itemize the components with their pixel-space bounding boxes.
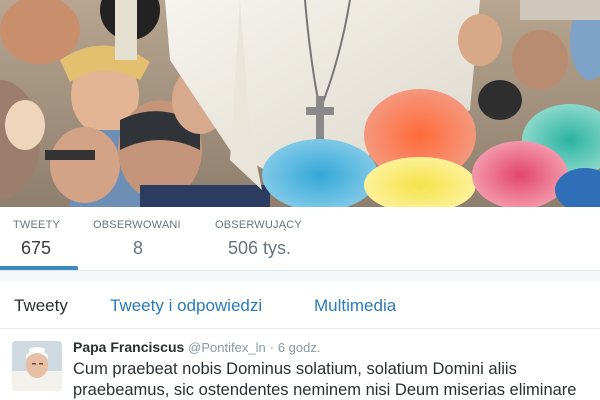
- stat-followers[interactable]: OBSERWUJĄCY 506 tys.: [215, 219, 302, 259]
- tweet-separator: ·: [269, 340, 274, 355]
- tweet-author-name[interactable]: Papa Franciscus: [73, 339, 184, 355]
- profile-header-photo: [0, 0, 600, 207]
- tab-tweets-and-replies[interactable]: Tweety i odpowiedzi: [110, 296, 262, 316]
- stat-following[interactable]: OBSERWOWANI 8: [93, 219, 181, 259]
- stat-tweets-value: 675: [21, 238, 52, 258]
- profile-stats-nav: TWEETY 675 OBSERWOWANI 8 OBSERWUJĄCY 506…: [0, 207, 600, 271]
- tweet-header: Papa Franciscus @Pontifex_ln · 6 godz.: [73, 339, 320, 355]
- active-stat-underline: [0, 266, 78, 270]
- avatar-portrait-icon: [12, 341, 62, 391]
- section-divider: [0, 271, 600, 281]
- stat-following-value: 8: [133, 238, 144, 258]
- header-photo-illustration: [0, 0, 600, 207]
- stat-followers-label: OBSERWUJĄCY: [215, 219, 302, 231]
- stat-tweets[interactable]: TWEETY 675: [13, 219, 60, 259]
- stat-following-label: OBSERWOWANI: [93, 219, 181, 231]
- tweet-text: Cum praebeat nobis Dominus solatium, sol…: [73, 360, 577, 399]
- timeline-tabs: Tweety Tweety i odpowiedzi Multimedia: [0, 281, 600, 329]
- tab-tweets[interactable]: Tweety: [14, 296, 68, 316]
- tweet-timestamp[interactable]: 6 godz.: [278, 340, 321, 355]
- tab-media[interactable]: Multimedia: [314, 296, 396, 316]
- avatar[interactable]: [12, 341, 62, 391]
- stat-followers-value: 506 tys.: [228, 238, 292, 258]
- tweet-item[interactable]: Papa Franciscus @Pontifex_ln · 6 godz. C…: [0, 330, 600, 400]
- stat-tweets-label: TWEETY: [13, 219, 61, 231]
- tweet-author-handle[interactable]: @Pontifex_ln: [188, 340, 266, 355]
